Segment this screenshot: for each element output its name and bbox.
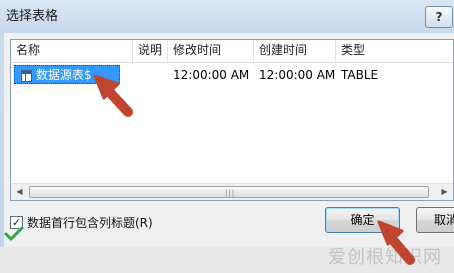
column-header-name[interactable]: 名称 — [11, 40, 133, 62]
row-created: 12:00:00 AM — [259, 68, 336, 82]
table-row[interactable]: 数据源表$ 12:00:00 AM 12:00:00 AM TABLE — [11, 64, 453, 86]
dialog-window: 选择表格 ? 名称 说明 修改时间 创建时间 类型 数据源表$ 12:00:00… — [0, 0, 454, 273]
dialog-title: 选择表格 — [6, 9, 59, 24]
scroll-grip-icon: ||| — [225, 189, 236, 197]
ok-button[interactable]: 确定 — [325, 207, 400, 233]
dialog-body: 名称 说明 修改时间 创建时间 类型 数据源表$ 12:00:00 AM 12:… — [4, 33, 454, 273]
watermark-text: 爱创根知识网 — [328, 247, 442, 268]
table-list[interactable]: 名称 说明 修改时间 创建时间 类型 数据源表$ 12:00:00 AM 12:… — [10, 39, 454, 201]
checkmark-icon — [4, 226, 24, 242]
column-header-created[interactable]: 创建时间 — [254, 40, 336, 62]
row-type: TABLE — [341, 68, 379, 82]
row-name-selected[interactable]: 数据源表$ — [14, 65, 120, 84]
column-header-description[interactable]: 说明 — [133, 40, 168, 62]
list-header: 名称 说明 修改时间 创建时间 类型 — [11, 40, 453, 63]
horizontal-scrollbar[interactable]: ◀ ||| ▶ — [11, 183, 453, 200]
column-header-type[interactable]: 类型 — [336, 40, 453, 62]
row-name: 数据源表$ — [36, 68, 92, 82]
table-icon — [21, 70, 32, 82]
column-header-modified[interactable]: 修改时间 — [168, 40, 254, 62]
help-button[interactable]: ? — [425, 6, 453, 28]
scroll-left-icon[interactable]: ◀ — [11, 184, 28, 200]
row-modified: 12:00:00 AM — [173, 68, 250, 82]
scroll-right-icon[interactable]: ▶ — [436, 184, 453, 200]
scroll-thumb[interactable]: ||| — [29, 186, 429, 198]
cancel-button[interactable]: 取消 — [416, 207, 454, 233]
header-row-checkbox-label[interactable]: 数据首行包含列标题(R) — [27, 214, 153, 231]
